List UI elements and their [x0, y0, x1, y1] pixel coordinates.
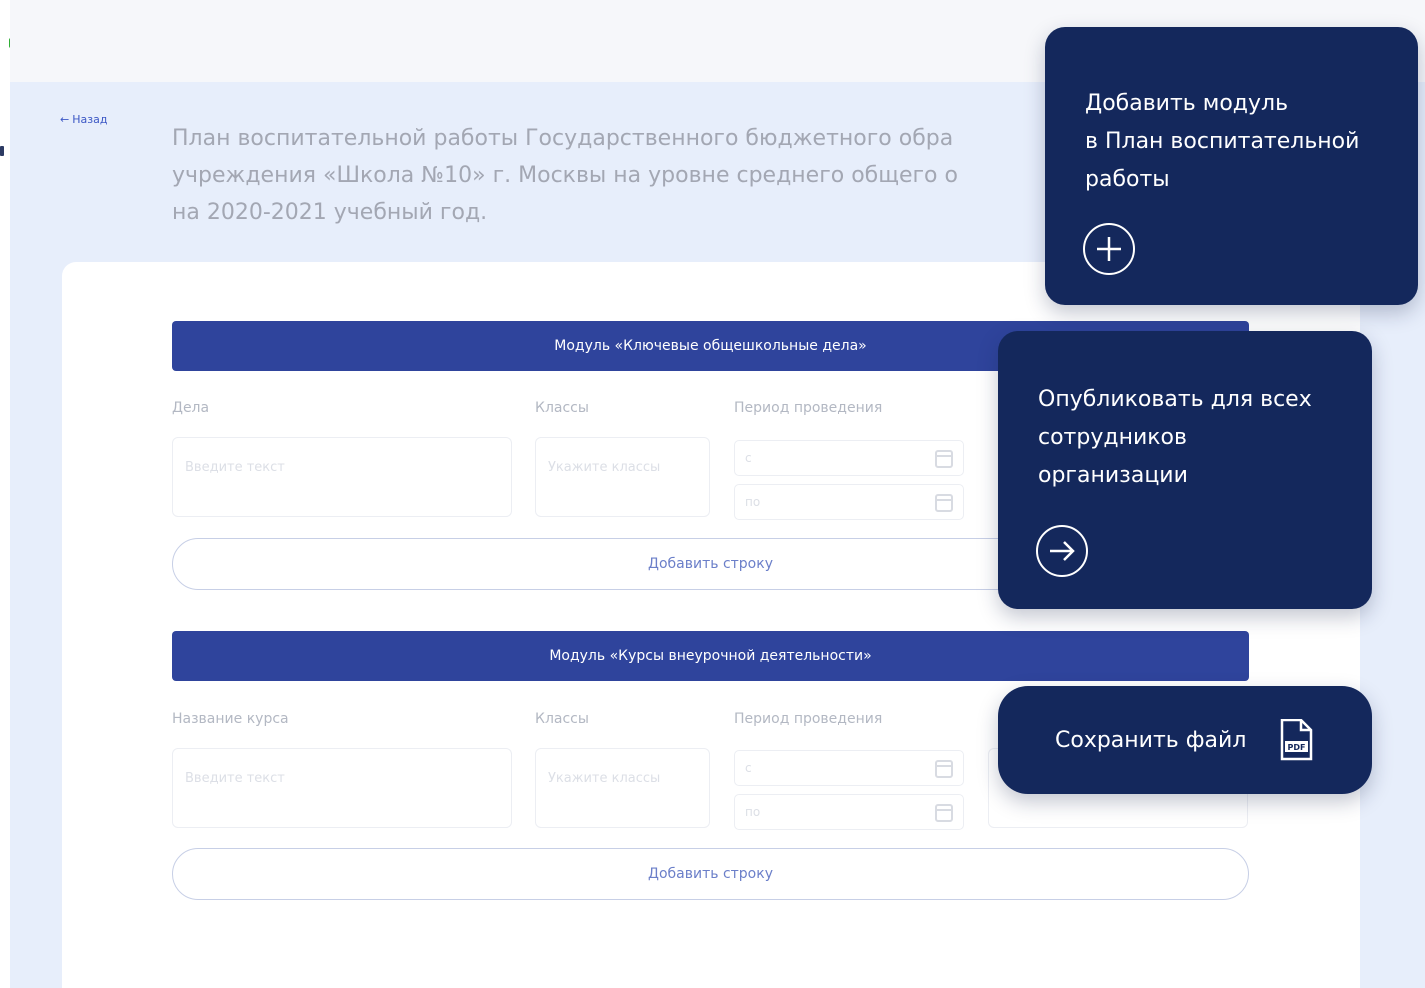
- publish-text: Опубликовать для всех сотрудников органи…: [1038, 381, 1312, 495]
- calendar-icon[interactable]: [935, 494, 953, 512]
- column-label-course-name: Название курса: [172, 711, 289, 727]
- back-link-label: Назад: [72, 113, 108, 126]
- add-module-card[interactable]: Добавить модуль в План воспитательной ра…: [1045, 27, 1418, 305]
- add-row-label: Добавить строку: [648, 866, 773, 882]
- date-from-input[interactable]: с: [734, 440, 964, 476]
- side-mark: [0, 146, 4, 156]
- text-line: Добавить модуль: [1085, 91, 1289, 116]
- add-row-label: Добавить строку: [648, 556, 773, 572]
- affairs-text-input[interactable]: Введите текст: [172, 437, 512, 517]
- arrow-left-icon: ←: [60, 113, 70, 126]
- module-title: Модуль «Ключевые общешкольные дела»: [554, 338, 867, 354]
- date-from-label: с: [745, 761, 752, 775]
- input-placeholder: Укажите классы: [548, 771, 661, 786]
- pdf-icon-text: PDF: [1288, 743, 1306, 752]
- column-label-period: Период проведения: [734, 711, 883, 727]
- publish-card[interactable]: Опубликовать для всех сотрудников органи…: [998, 331, 1372, 609]
- module-title: Модуль «Курсы внеурочной деятельности»: [549, 648, 872, 664]
- page-title: План воспитательной работы Государственн…: [172, 120, 1072, 235]
- pdf-file-icon: PDF: [1279, 718, 1313, 761]
- input-placeholder: Введите текст: [185, 771, 285, 786]
- date-to-label: по: [745, 495, 761, 509]
- add-module-text: Добавить модуль в План воспитательной ра…: [1085, 85, 1359, 199]
- input-placeholder: Укажите классы: [548, 460, 661, 475]
- date-to-input[interactable]: по: [734, 794, 964, 830]
- date-from-label: с: [745, 451, 752, 465]
- calendar-icon[interactable]: [935, 450, 953, 468]
- title-line-3: на 2020-2021 учебный год.: [172, 200, 488, 225]
- calendar-icon[interactable]: [935, 760, 953, 778]
- plus-circle-icon[interactable]: [1083, 223, 1135, 275]
- calendar-icon[interactable]: [935, 804, 953, 822]
- text-line: сотрудников: [1038, 425, 1187, 450]
- text-line: работы: [1085, 167, 1170, 192]
- page: ← Назад План воспитательной работы Госуда…: [0, 0, 1425, 988]
- title-line-1: План воспитательной работы Государственн…: [172, 126, 954, 151]
- text-line: организации: [1038, 463, 1188, 488]
- column-label-affairs: Дела: [172, 400, 210, 416]
- column-label-classes: Классы: [535, 400, 589, 416]
- back-link[interactable]: ← Назад: [60, 113, 107, 126]
- date-to-label: по: [745, 805, 761, 819]
- date-to-input[interactable]: по: [734, 484, 964, 520]
- save-file-label: Сохранить файл: [1055, 728, 1247, 753]
- add-row-button[interactable]: Добавить строку: [172, 848, 1249, 900]
- title-line-2: учреждения «Школа №10» г. Москвы на уров…: [172, 163, 958, 188]
- text-line: Опубликовать для всех: [1038, 387, 1312, 412]
- arrow-right-circle-icon[interactable]: [1036, 525, 1088, 577]
- column-label-period: Период проведения: [734, 400, 883, 416]
- save-file-button[interactable]: Сохранить файл PDF: [998, 686, 1372, 794]
- column-label-classes: Классы: [535, 711, 589, 727]
- classes-input[interactable]: Укажите классы: [535, 437, 710, 517]
- input-placeholder: Введите текст: [185, 460, 285, 475]
- module-header-extracurricular: Модуль «Курсы внеурочной деятельности»: [172, 631, 1249, 681]
- course-name-input[interactable]: Введите текст: [172, 748, 512, 828]
- classes-input[interactable]: Укажите классы: [535, 748, 710, 828]
- text-line: в План воспитательной: [1085, 129, 1360, 154]
- date-from-input[interactable]: с: [734, 750, 964, 786]
